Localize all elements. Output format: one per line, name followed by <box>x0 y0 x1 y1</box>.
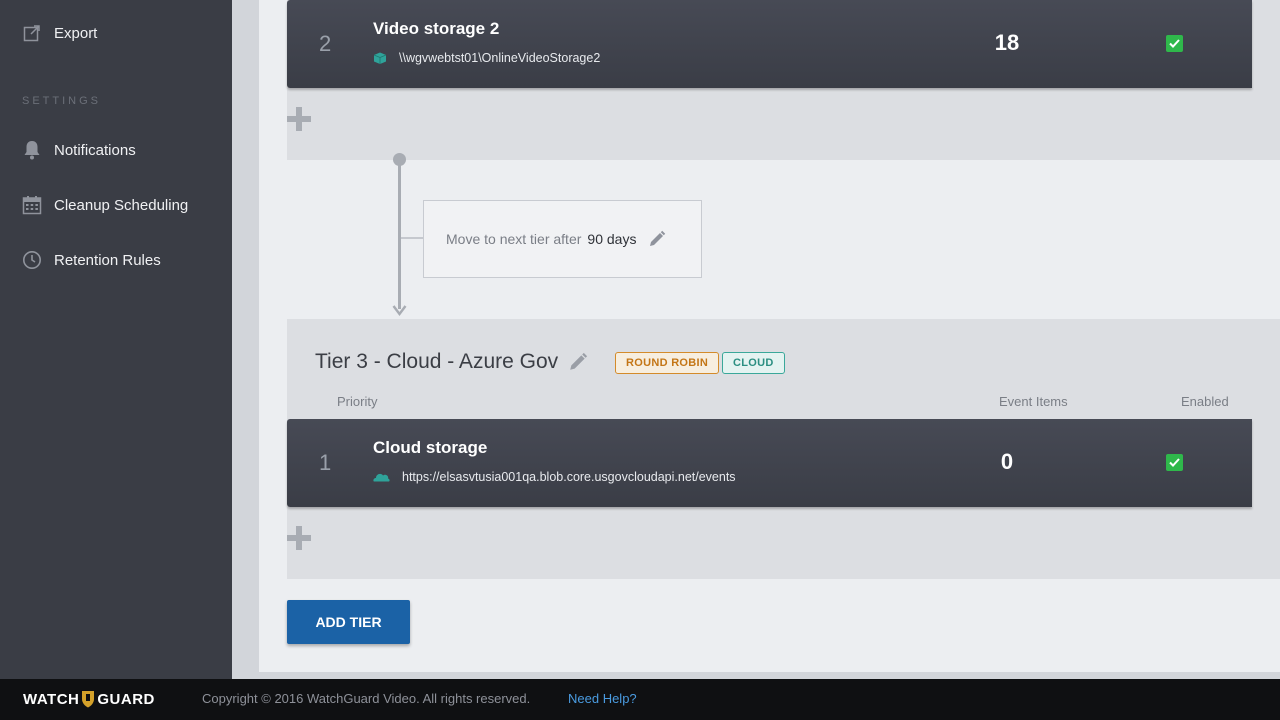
tier-transition-box: Move to next tier after 90 days <box>423 200 702 278</box>
priority-value: 1 <box>319 450 332 475</box>
edit-pencil-icon[interactable] <box>568 352 588 372</box>
add-tier-button[interactable]: ADD TIER <box>287 600 410 644</box>
storage-row-cloud-storage[interactable]: 1 Cloud storage https://elsasvtusia001qa… <box>287 419 1252 507</box>
connector-branch <box>401 237 423 239</box>
copyright-text: Copyright © 2016 WatchGuard Video. All r… <box>202 691 531 706</box>
sidebar: Export SETTINGS Notifications Cleanup Sc… <box>0 0 232 679</box>
storage-name: Cloud storage <box>373 438 488 457</box>
column-header-enabled: Enabled <box>1181 394 1229 409</box>
cloud-badge: CLOUD <box>722 352 785 374</box>
sidebar-item-retention-rules[interactable]: Retention Rules <box>0 240 232 280</box>
connector-arrow-icon <box>392 305 407 316</box>
tier-title-text: Tier 3 - Cloud - Azure Gov <box>315 350 559 373</box>
column-header-priority: Priority <box>337 394 378 409</box>
storage-path-text: \\wgvwebtst01\OnlineVideoStorage2 <box>399 51 601 65</box>
tier-title: Tier 3 - Cloud - Azure Gov <box>315 350 588 374</box>
storage-path: \\wgvwebtst01\OnlineVideoStorage2 <box>373 51 600 65</box>
check-icon <box>1169 39 1180 48</box>
column-header-event-items: Event Items <box>999 394 1068 409</box>
sidebar-item-label: Notifications <box>54 141 136 159</box>
logo-text-left: WATCH <box>23 690 80 708</box>
clock-icon <box>22 250 42 270</box>
add-storage-button-tier-2[interactable] <box>287 107 311 131</box>
cloud-icon <box>373 473 390 482</box>
sidebar-item-label: Export <box>54 24 98 42</box>
settings-heading: SETTINGS <box>22 95 102 107</box>
transition-text: Move to next tier after <box>446 231 582 247</box>
enabled-checkbox[interactable] <box>1166 454 1183 471</box>
transition-days: 90 days <box>587 231 637 247</box>
export-icon <box>22 23 42 43</box>
enabled-checkbox[interactable] <box>1166 35 1183 52</box>
calendar-icon <box>22 195 42 215</box>
round-robin-badge: ROUND ROBIN <box>615 352 720 374</box>
sidebar-item-cleanup-scheduling[interactable]: Cleanup Scheduling <box>0 185 232 225</box>
watchguard-logo: WATCH GUARD <box>23 688 155 710</box>
shield-icon <box>82 691 95 708</box>
storage-path: https://elsasvtusia001qa.blob.core.usgov… <box>373 470 736 484</box>
storage-row-video-storage-2[interactable]: 2 Video storage 2 \\wgvwebtst01\OnlineVi… <box>287 0 1252 88</box>
storage-path-text: https://elsasvtusia001qa.blob.core.usgov… <box>402 470 736 484</box>
need-help-link[interactable]: Need Help? <box>568 691 637 706</box>
event-items-count: 0 <box>1000 449 1014 474</box>
sidebar-item-label: Cleanup Scheduling <box>54 196 189 214</box>
priority-value: 2 <box>319 31 332 56</box>
bell-icon <box>22 140 42 160</box>
add-storage-button-tier-3[interactable] <box>287 526 311 550</box>
event-items-count: 18 <box>994 30 1020 55</box>
sidebar-item-export[interactable]: Export <box>0 13 232 53</box>
storage-name: Video storage 2 <box>373 19 500 38</box>
sidebar-item-label: Retention Rules <box>54 251 161 269</box>
edit-pencil-icon[interactable] <box>648 230 666 248</box>
network-storage-icon <box>373 52 387 64</box>
main-content: 2 Video storage 2 \\wgvwebtst01\OnlineVi… <box>259 0 1280 672</box>
sidebar-item-notifications[interactable]: Notifications <box>0 130 232 170</box>
footer: WATCH GUARD Copyright © 2016 WatchGuard … <box>0 679 1280 720</box>
logo-text-right: GUARD <box>97 690 155 708</box>
check-icon <box>1169 458 1180 467</box>
